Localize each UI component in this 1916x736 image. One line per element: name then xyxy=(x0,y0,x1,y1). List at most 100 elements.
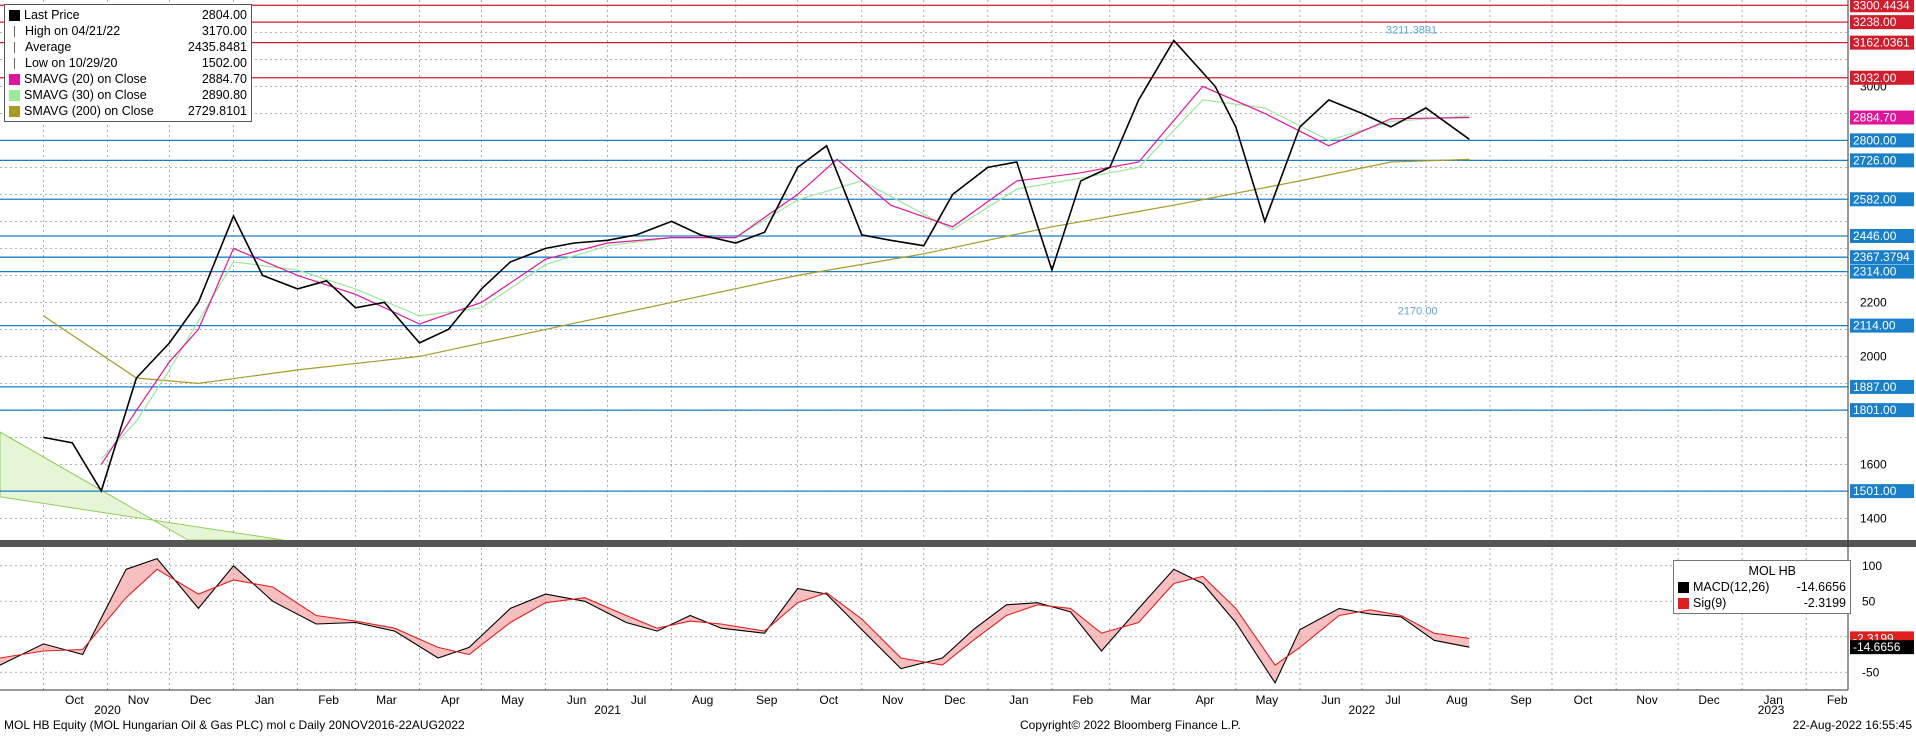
legend-label: SMAVG (20) on Close xyxy=(24,72,147,86)
level-tag: 3032.00 xyxy=(1853,71,1897,85)
sma-tag: 2884.70 xyxy=(1853,111,1897,125)
level-tag: 1887.00 xyxy=(1853,380,1897,394)
x-month-label: Dec xyxy=(190,693,211,707)
level-annotation: 3211.3891 xyxy=(1386,24,1437,36)
macd-legend-title: MOL HB xyxy=(1748,564,1796,578)
x-month-label: Nov xyxy=(1636,693,1657,707)
macd-legend-row: MACD(12,26) -14.6656 xyxy=(1678,579,1846,595)
macd-label: MACD(12,26) xyxy=(1693,580,1770,594)
square-icon xyxy=(9,73,20,85)
legend-row: SMAVG (200) on Close 2729.8101 xyxy=(9,103,247,119)
legend-label: High on 04/21/22 xyxy=(25,24,121,38)
x-month-label: Aug xyxy=(1446,693,1467,707)
level-tag: 2446.00 xyxy=(1853,229,1897,243)
x-month-label: Jan xyxy=(255,693,274,707)
x-month-label: Sep xyxy=(756,693,778,707)
macd-value: -14.6656 xyxy=(1796,580,1846,594)
x-month-label: Jul xyxy=(631,693,646,707)
square-icon xyxy=(9,9,20,21)
x-month-label: Mar xyxy=(376,693,397,707)
legend-value: 1502.00 xyxy=(201,56,247,70)
legend-value: 2890.80 xyxy=(201,88,247,102)
x-month-label: Apr xyxy=(441,693,460,707)
legend-row: SMAVG (20) on Close 2884.70 xyxy=(9,71,247,87)
x-month-label: Oct xyxy=(65,693,84,707)
x-month-label: Jun xyxy=(1321,693,1340,707)
footer-security: MOL HB Equity (MOL Hungarian Oil & Gas P… xyxy=(4,718,465,732)
legend-value: 2884.70 xyxy=(201,72,247,86)
legend-row: Low on 10/29/20 1502.00 xyxy=(9,55,247,71)
macd-swatch xyxy=(1678,581,1689,593)
macd-y-tick-label: 100 xyxy=(1862,559,1882,573)
x-month-label: Aug xyxy=(692,693,713,707)
legend-label: SMAVG (200) on Close xyxy=(24,104,154,118)
x-month-label: May xyxy=(501,693,524,707)
x-month-label: Nov xyxy=(128,693,149,707)
footer-timestamp: 22-Aug-2022 16:55:45 xyxy=(1792,718,1912,732)
y-tick-label: 2200 xyxy=(1860,295,1887,309)
legend-row: High on 04/21/22 3170.00 xyxy=(9,23,247,39)
x-month-label: Feb xyxy=(1073,693,1094,707)
x-month-label: Jun xyxy=(567,693,586,707)
macd-y-tick-label: 50 xyxy=(1862,594,1876,608)
legend-label: SMAVG (30) on Close xyxy=(24,88,147,102)
panel-divider xyxy=(0,540,1916,547)
y-tick-label: 1400 xyxy=(1860,511,1887,525)
x-month-label: Oct xyxy=(1574,693,1593,707)
x-month-label: Nov xyxy=(882,693,903,707)
y-tick-label: 2000 xyxy=(1860,349,1887,363)
legend-row: Average 2435.8481 xyxy=(9,39,247,55)
x-month-label: Apr xyxy=(1195,693,1214,707)
level-tag: 2800.00 xyxy=(1853,133,1897,147)
x-month-label: Dec xyxy=(1698,693,1719,707)
x-month-label: May xyxy=(1255,693,1278,707)
level-tag: 1801.00 xyxy=(1853,403,1897,417)
level-tag: 1501.00 xyxy=(1853,484,1897,498)
high-marker-icon xyxy=(14,25,21,37)
signal-label: Sig(9) xyxy=(1693,596,1727,610)
level-tag: 2314.00 xyxy=(1853,265,1897,279)
level-tag: 3300.4434 xyxy=(1853,0,1910,12)
x-year-label: 2020 xyxy=(94,703,121,717)
legend-value: 3170.00 xyxy=(201,24,247,38)
price-chart: 3211.38912170.00 14001600200022003000100… xyxy=(0,0,1916,736)
x-month-label: Mar xyxy=(1130,693,1151,707)
footer-copyright: Copyright© 2022 Bloomberg Finance L.P. xyxy=(1020,718,1241,732)
signal-legend-row: Sig(9) -2.3199 xyxy=(1678,595,1846,611)
macd-legend: MOL HB MACD(12,26) -14.6656 Sig(9) -2.31… xyxy=(1673,560,1851,614)
level-tag: 2114.00 xyxy=(1853,319,1896,333)
x-year-label: 2023 xyxy=(1758,703,1785,717)
level-tag: 2582.00 xyxy=(1853,192,1897,206)
level-annotation: 2170.00 xyxy=(1398,306,1438,318)
legend-label: Low on 10/29/20 xyxy=(25,56,118,70)
legend-value: 2435.8481 xyxy=(187,40,247,54)
legend-value: 2729.8101 xyxy=(187,104,247,118)
x-year-label: 2022 xyxy=(1349,703,1376,717)
low-marker-icon xyxy=(14,57,21,69)
x-month-label: Oct xyxy=(819,693,838,707)
price-legend: Last Price 2804.00 High on 04/21/22 3170.00… xyxy=(4,4,252,122)
square-icon xyxy=(9,89,20,101)
macd-tag: -14.6656 xyxy=(1853,640,1901,654)
level-tag: 3162.0361 xyxy=(1853,36,1910,50)
level-tag: 2367.3794 xyxy=(1853,250,1910,264)
x-year-label: 2021 xyxy=(594,703,621,717)
x-month-label: Feb xyxy=(1827,693,1848,707)
x-month-label: Jan xyxy=(1009,693,1028,707)
x-month-label: Sep xyxy=(1510,693,1532,707)
signal-value: -2.3199 xyxy=(1803,596,1846,610)
level-tag: 2726.00 xyxy=(1853,153,1897,167)
level-tag: 3238.00 xyxy=(1853,15,1897,29)
x-month-label: Feb xyxy=(318,693,339,707)
legend-value: 2804.00 xyxy=(201,8,247,22)
macd-y-tick-label: -50 xyxy=(1862,665,1880,679)
average-marker-icon xyxy=(14,41,21,53)
square-icon xyxy=(9,105,20,117)
legend-row: SMAVG (30) on Close 2890.80 xyxy=(9,87,247,103)
x-month-label: Dec xyxy=(944,693,965,707)
legend-label: Last Price xyxy=(24,8,80,22)
legend-label: Average xyxy=(25,40,72,54)
legend-row: Last Price 2804.00 xyxy=(9,7,247,23)
y-tick-label: 1600 xyxy=(1860,457,1887,471)
x-month-label: Jul xyxy=(1385,693,1400,707)
